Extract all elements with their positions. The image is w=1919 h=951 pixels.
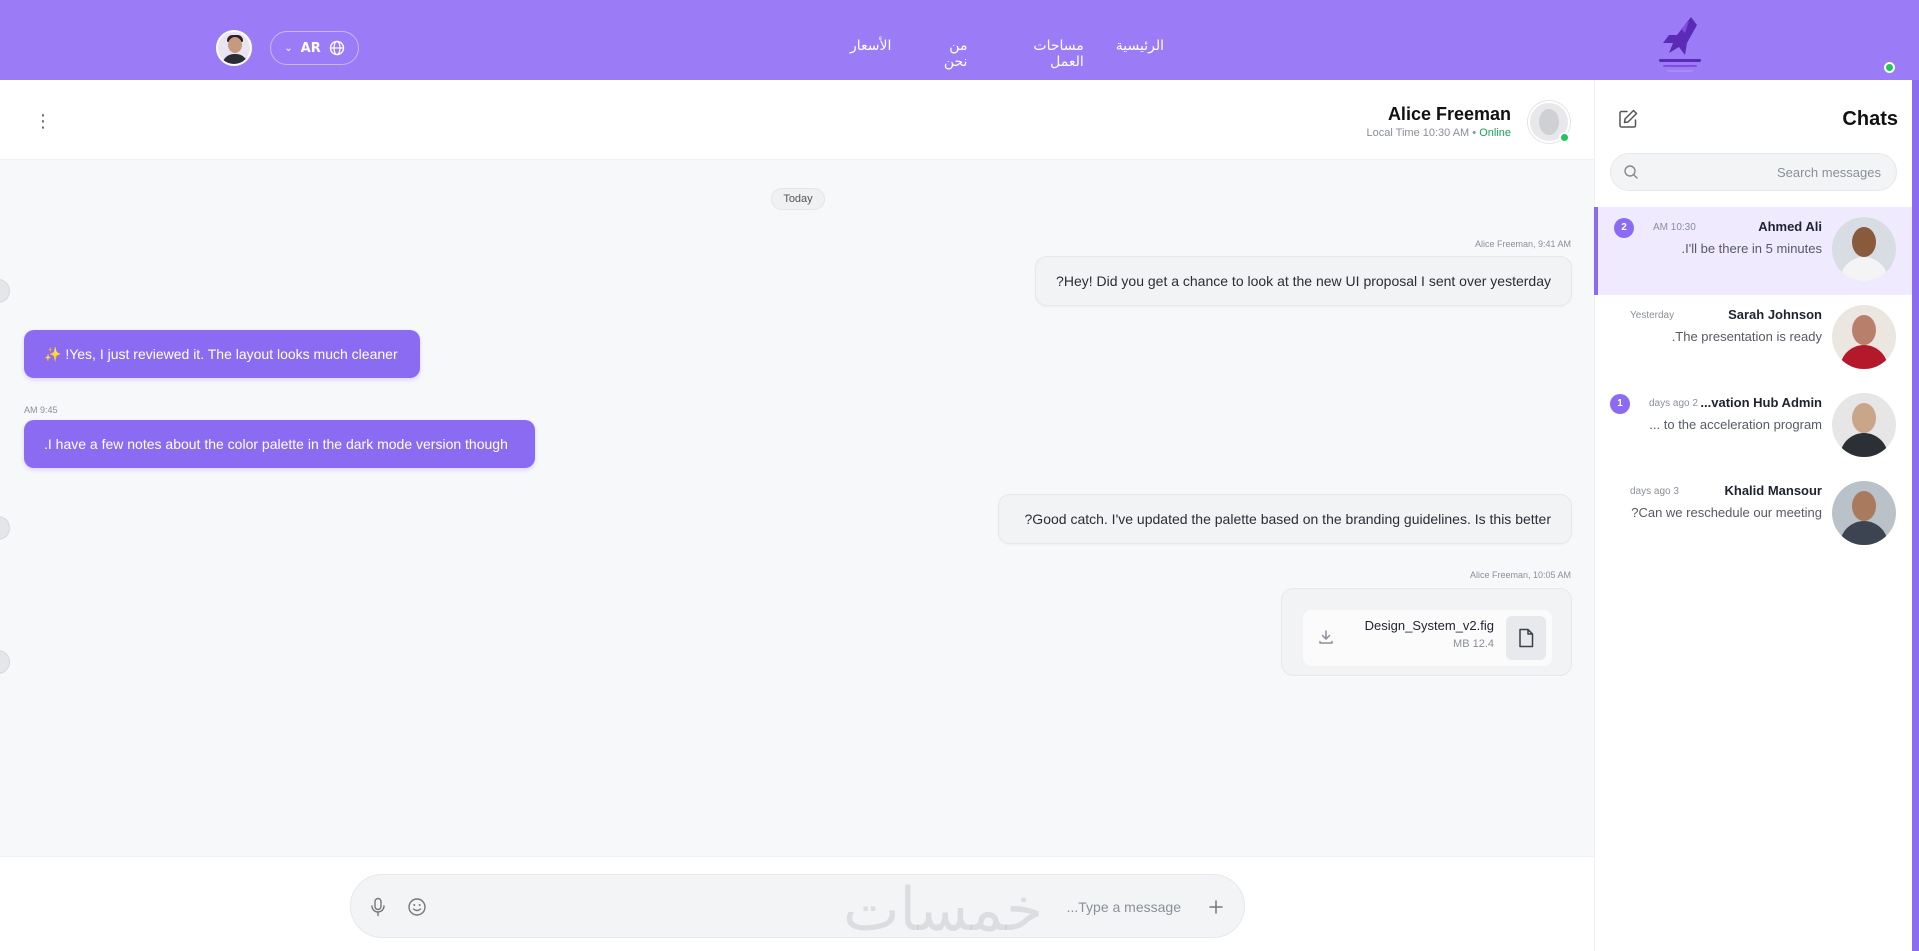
download-icon[interactable] [1317,628,1335,646]
contact-name: Alice Freeman [1387,104,1511,124]
contact-status: Local Time 10:30 AM • Online [1367,127,1512,139]
user-avatar[interactable] [216,30,252,66]
nav-link-workspaces[interactable]: مساحات العمل [999,38,1083,70]
message-meta: Alice Freeman, 9:41 AM [1474,239,1571,249]
scrollbar[interactable] [1912,80,1919,951]
sender-avatar [0,516,10,540]
sender-avatar [0,650,10,674]
add-attachment-icon[interactable] [1205,896,1227,918]
chat-time: days ago 3 [1630,486,1679,497]
chat-time: days ago 2 [1649,398,1698,409]
message-input[interactable] [441,887,1201,927]
chat-avatar [1832,217,1896,281]
chat-preview: .The presentation is ready [1671,329,1822,344]
language-switcher[interactable]: ⌄ AR [270,31,359,65]
chat-name: Khalid Mansour [1724,483,1822,498]
new-chat-icon[interactable] [1617,108,1639,130]
file-size: MB 12.4 [1453,638,1494,650]
unread-badge: 2 [1614,218,1634,238]
file-attachment-message: Design_System_v2.fig MB 12.4 [1281,588,1572,676]
chat-name: Sarah Johnson [1728,307,1822,322]
more-options-icon[interactable]: ⋮ [34,112,52,132]
chat-avatar [1832,481,1896,545]
chat-avatar [1832,305,1896,369]
message-meta: AM 9:45 [24,405,58,415]
chat-list-item[interactable]: days ago 3 Khalid Mansour ?Can we resche… [1594,471,1919,559]
incoming-message: ?Hey! Did you get a chance to look at th… [1035,256,1572,306]
incoming-message: ?Good catch. I've updated the palette ba… [998,494,1572,544]
sender-avatar [0,279,10,303]
chat-name: ...vation Hub Admin [1700,395,1822,410]
main-nav: الرئيسية مساحات العمل من نحن الأسعار [850,38,1164,70]
chat-list-item[interactable]: 2 AM 10:30 Ahmed Ali .I'll be there in 5… [1594,62,1919,295]
file-icon [1506,616,1546,660]
outgoing-message: ✨ !Yes, I just reviewed it. The layout l… [24,330,420,378]
search-box [1610,153,1897,191]
chat-preview: ... to the acceleration program [1649,417,1822,432]
file-name: Design_System_v2.fig [1364,618,1494,633]
nav-link-pricing[interactable]: الأسعار [850,38,891,70]
online-status: Online [1479,127,1511,139]
brand-logo[interactable] [1655,13,1705,77]
file-attachment[interactable]: Design_System_v2.fig MB 12.4 [1303,610,1552,666]
nav-link-home[interactable]: الرئيسية [1116,38,1164,70]
microphone-icon[interactable] [367,896,389,918]
chat-avatar [1832,393,1896,457]
chat-time: Yesterday [1630,310,1675,321]
language-code: AR [300,40,321,56]
chat-header [0,80,1594,160]
chat-list-item[interactable]: Yesterday Sarah Johnson .The presentatio… [1594,295,1919,383]
nav-link-about[interactable]: من نحن [923,38,968,70]
search-input[interactable] [1647,154,1887,190]
message-composer [350,874,1245,938]
chat-preview: ?Can we reschedule our meeting [1631,505,1822,520]
chevron-down-icon: ⌄ [284,42,293,54]
chat-preview: .I'll be there in 5 minutes [1681,241,1823,256]
unread-badge: 1 [1610,394,1630,414]
emoji-icon[interactable] [406,896,428,918]
globe-icon [329,40,344,56]
date-divider: Today [771,188,825,210]
watermark: خمسات [843,875,1045,945]
online-indicator [1559,132,1570,143]
sidebar-title: Chats [1842,108,1898,130]
outgoing-message: .I have a few notes about the color pale… [24,420,535,468]
chat-list-item[interactable]: 1 days ago 2 ...vation Hub Admin ... to … [1594,383,1919,471]
online-indicator [1884,62,1895,73]
message-meta: Alice Freeman, 10:05 AM [1469,570,1571,580]
search-icon [1624,165,1638,179]
chat-time: AM 10:30 [1653,222,1696,233]
chat-name: Ahmed Ali [1758,219,1822,234]
local-time: Local Time 10:30 AM • [1366,127,1477,139]
